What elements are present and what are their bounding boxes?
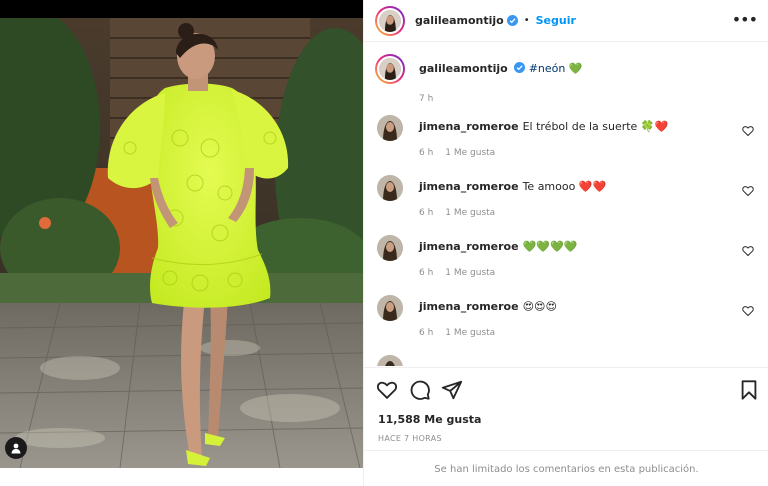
media-letterbox-bottom [0,468,363,486]
comment-time[interactable]: 6 h [419,208,433,218]
comment-meta: 6 h 1 Me gusta [419,328,495,338]
post-photo [0,18,363,468]
comment-time[interactable]: 6 h [419,328,433,338]
verified-badge-icon [514,62,526,73]
caption-avatar[interactable] [375,54,405,84]
comment-body: 😍😍😍 [522,300,557,313]
heart-outline-icon[interactable] [742,305,754,317]
commenter-avatar[interactable] [377,355,403,366]
heart-outline-icon[interactable] [376,379,398,401]
commenter-avatar[interactable] [377,115,403,141]
comment-likes[interactable]: 1 Me gusta [445,208,495,218]
post-timestamp[interactable]: HACE 7 HORAS [378,434,442,443]
comment-item: jimena_romeroe El trébol de la suerte 🍀❤️… [377,115,757,175]
commenter-username[interactable]: jimena_romeroe [419,300,519,313]
comments-limited-text: Se han limitado los comentarios en esta … [434,463,699,475]
bookmark-icon[interactable] [738,379,760,401]
comment-text: jimena_romeroe 💚💚💚💚 [419,240,577,253]
comment-item: jimena_romeroe Te amooo ❤️❤️ 6 h 1 Me gust… [377,175,757,235]
commenter-avatar[interactable] [377,235,403,261]
post-media [0,0,363,486]
comment-text: jimena_romeroe El trébol de la suerte 🍀❤️ [419,120,668,133]
comment-time[interactable]: 6 h [419,148,433,158]
post-dialog: galileamontijo • Seguir ••• galileamonti… [0,0,768,486]
caption-text: galileamontijo #neón 💚 [419,62,583,75]
comment-meta: 6 h 1 Me gusta [419,208,495,218]
comment-icon[interactable] [409,379,431,401]
comment-likes[interactable]: 1 Me gusta [445,268,495,278]
paper-plane-icon[interactable] [441,379,463,401]
comments-list[interactable]: galileamontijo #neón 💚 7 h jimena_romero… [364,43,768,366]
caption-time[interactable]: 7 h [419,94,433,104]
likes-count[interactable]: 11,588 Me gusta [378,413,481,426]
comment-text: ... [419,360,430,366]
user-tag-button[interactable] [5,437,27,459]
heart-outline-icon[interactable] [742,125,754,137]
follow-button[interactable]: Seguir [536,14,576,27]
comment-meta: 6 h 1 Me gusta [419,268,495,278]
comment-meta: 6 h 1 Me gusta [419,148,495,158]
author-username[interactable]: galileamontijo [415,14,504,27]
comment-time[interactable]: 6 h [419,268,433,278]
comment-text: jimena_romeroe 😍😍😍 [419,300,557,313]
verified-badge-icon [506,15,518,26]
comment-item-partial: ... [377,355,757,366]
media-letterbox-top [0,0,363,18]
comment-item: jimena_romeroe 😍😍😍 6 h 1 Me gusta [377,295,757,355]
comment-likes[interactable]: 1 Me gusta [445,328,495,338]
caption-emoji: 💚 [568,62,583,75]
comment-body: Te amooo ❤️❤️ [522,180,607,193]
caption-hashtag[interactable]: #neón [529,62,566,75]
comments-limited-notice: Se han limitado los comentarios en esta … [364,450,768,486]
commenter-username[interactable]: jimena_romeroe [419,240,519,253]
header-separator: • [523,15,530,26]
commenter-avatar[interactable] [377,175,403,201]
commenter-username[interactable]: jimena_romeroe [419,180,519,193]
heart-outline-icon[interactable] [742,245,754,257]
comment-likes[interactable]: 1 Me gusta [445,148,495,158]
user-tag-icon [11,443,21,454]
comment-body: 💚💚💚💚 [522,240,578,253]
comment-body: El trébol de la suerte 🍀❤️ [522,120,669,133]
comment-item: jimena_romeroe 💚💚💚💚 6 h 1 Me gusta [377,235,757,295]
commenter-avatar[interactable] [377,295,403,321]
heart-outline-icon[interactable] [742,185,754,197]
commenter-username[interactable]: jimena_romeroe [419,120,519,133]
comment-text: jimena_romeroe Te amooo ❤️❤️ [419,180,606,193]
caption-username[interactable]: galileamontijo [419,62,508,75]
post-sidebar: galileamontijo • Seguir ••• galileamonti… [363,0,768,486]
more-options-icon[interactable]: ••• [732,11,758,29]
author-avatar[interactable] [375,5,405,36]
post-actions: 11,588 Me gusta HACE 7 HORAS Se han limi… [364,367,768,486]
post-header: galileamontijo • Seguir ••• [364,0,768,42]
